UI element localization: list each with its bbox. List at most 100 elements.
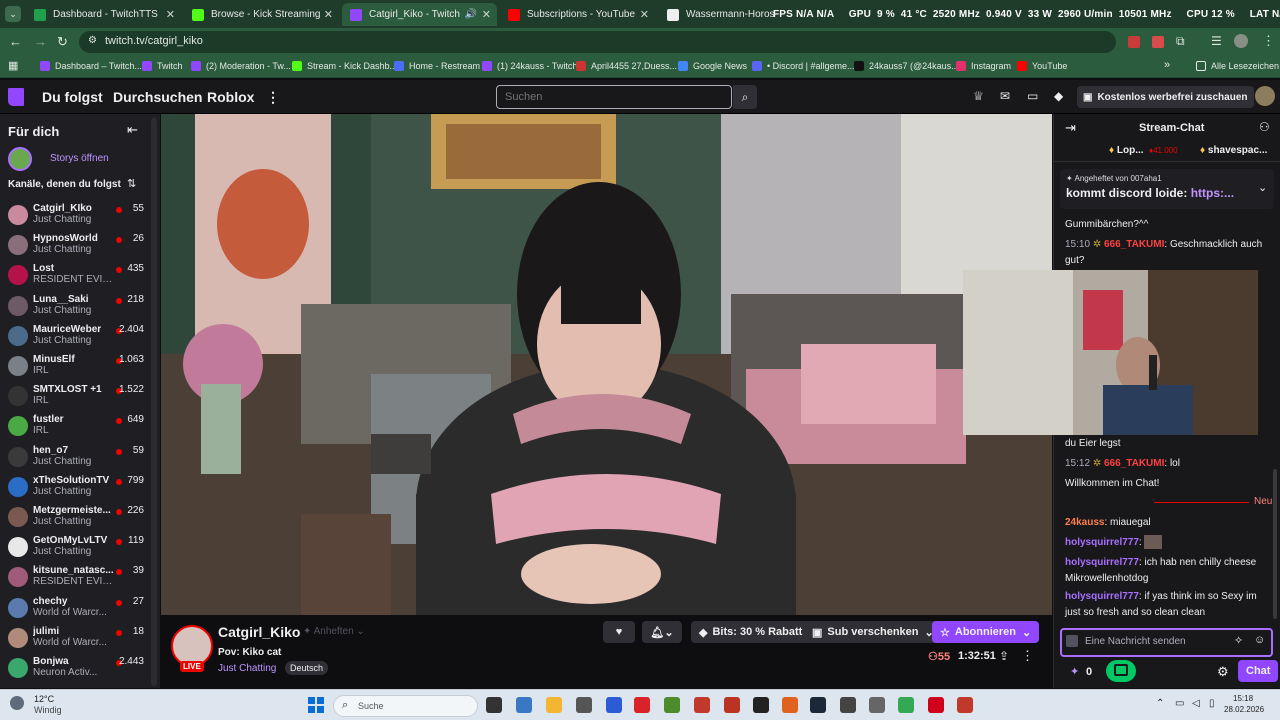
nav-following[interactable]: Du folgst bbox=[42, 89, 103, 105]
points-claim-button[interactable] bbox=[1106, 660, 1136, 682]
collapse-chat-icon[interactable]: ⇥ bbox=[1065, 120, 1076, 136]
speaker-icon[interactable]: 🔊 bbox=[465, 9, 477, 20]
category-link[interactable]: Just Chatting bbox=[218, 663, 276, 674]
followed-channel-item[interactable]: MinusElf IRL 1.063 bbox=[0, 353, 150, 383]
bookmark-item[interactable]: 24kauss7 (@24kaus... bbox=[854, 61, 959, 71]
followed-channel-item[interactable]: GetOnMyLvLTV Just Chatting 119 bbox=[0, 534, 150, 564]
app-icon[interactable] bbox=[664, 697, 680, 713]
followed-channel-item[interactable]: julimi World of Warcr... 18 bbox=[0, 625, 150, 655]
nav-game-roblox[interactable]: Roblox bbox=[207, 89, 254, 105]
mail-icon[interactable]: ✉ bbox=[1000, 89, 1010, 103]
expand-pinned-icon[interactable]: ⌄ bbox=[1258, 181, 1267, 194]
collapse-sidebar-icon[interactable]: ⇤ bbox=[127, 122, 138, 138]
close-icon[interactable]: ✕ bbox=[166, 8, 175, 21]
subscribe-button[interactable]: ☆ Abonnieren ⌄ bbox=[932, 621, 1040, 643]
message-user[interactable]: holysquirrel777 bbox=[1065, 537, 1139, 548]
bookmark-item[interactable]: (1) 24kauss - Twitch bbox=[482, 61, 577, 71]
all-bookmarks[interactable]: Alle Lesezeichen bbox=[1196, 61, 1279, 71]
chat-bubble-icon[interactable]: ▭ bbox=[1027, 89, 1038, 103]
clock-time[interactable]: 15:18 bbox=[1233, 694, 1253, 703]
puzzle-icon[interactable]: ⧉ bbox=[1176, 34, 1185, 49]
followed-channel-item[interactable]: Luna__Saki Just Chatting 218 bbox=[0, 293, 150, 323]
follow-heart-button[interactable]: ♥ bbox=[603, 621, 635, 643]
message-user[interactable]: 24kauss bbox=[1065, 517, 1104, 528]
close-icon[interactable]: ✕ bbox=[324, 8, 333, 21]
bookmark-item[interactable]: (2) Moderation - Tw... bbox=[191, 61, 291, 71]
bits-cheer-icon[interactable]: ✧ bbox=[1234, 634, 1243, 647]
network-icon[interactable]: ▭ bbox=[1175, 698, 1184, 709]
followed-channel-item[interactable]: Catgirl_KIko Just Chatting 55 bbox=[0, 202, 150, 232]
notification-button[interactable]: 🔔︎⌄ bbox=[642, 621, 682, 643]
followed-channel-item[interactable]: MauriceWeber Just Chatting 2.404 bbox=[0, 323, 150, 353]
pinned-message[interactable]: ✦ Angeheftet von 007aha1 kommt discord l… bbox=[1060, 169, 1274, 209]
gift-sub-button[interactable]: ▣ Sub verschenken ⌄ bbox=[804, 621, 942, 643]
twitch-logo-icon[interactable] bbox=[8, 88, 24, 106]
followed-channel-item[interactable]: SMTXLOST +1 IRL 1.522 bbox=[0, 383, 150, 413]
browser-tab[interactable]: Dashboard - TwitchTTS ✕ bbox=[26, 3, 181, 26]
notes-icon[interactable] bbox=[516, 697, 532, 713]
tab-search-button[interactable]: ⌄ bbox=[5, 6, 21, 22]
clock-date[interactable]: 28.02.2026 bbox=[1224, 705, 1264, 714]
opera-gx-icon[interactable] bbox=[634, 697, 650, 713]
chat-users-icon[interactable]: ⚇ bbox=[1259, 120, 1270, 134]
taskbar-search[interactable]: ⌕ Suche bbox=[333, 695, 478, 717]
back-icon[interactable]: ← bbox=[9, 34, 22, 49]
followed-channel-item[interactable]: HypnosWorld Just Chatting 26 bbox=[0, 232, 150, 262]
app-icon[interactable] bbox=[753, 697, 769, 713]
task-view-icon[interactable] bbox=[486, 697, 502, 713]
extension-icon[interactable] bbox=[1128, 36, 1140, 48]
language-tag[interactable]: Deutsch bbox=[285, 661, 329, 675]
more-dots-icon[interactable]: ⋮ bbox=[266, 89, 280, 106]
start-button[interactable] bbox=[308, 697, 324, 713]
search-icon[interactable]: ⌕ bbox=[733, 85, 757, 109]
video-player[interactable] bbox=[161, 114, 1052, 615]
bookmark-item[interactable]: Instagram bbox=[956, 61, 1011, 71]
site-info-icon[interactable]: ⚙ bbox=[88, 35, 97, 46]
bits-button[interactable]: ◆ Bits: 30 % Rabatt bbox=[691, 621, 811, 643]
weather-widget[interactable]: 12°C Windig bbox=[10, 694, 80, 718]
app-icon[interactable] bbox=[840, 697, 856, 713]
bookmark-item[interactable]: Google News bbox=[678, 61, 747, 71]
share-icon[interactable]: ⇪ bbox=[999, 649, 1009, 663]
steam-icon[interactable] bbox=[810, 697, 826, 713]
extension-icon[interactable] bbox=[1152, 36, 1164, 48]
message-user[interactable]: holysquirrel777 bbox=[1065, 591, 1139, 602]
followed-channel-item[interactable]: fustler IRL 649 bbox=[0, 413, 150, 443]
stories-link[interactable]: Storys öffnen bbox=[50, 153, 109, 164]
more-bookmarks-icon[interactable]: » bbox=[1164, 59, 1170, 71]
opera-icon[interactable] bbox=[928, 697, 944, 713]
mouse-app-icon[interactable] bbox=[576, 697, 592, 713]
chat-input[interactable]: Eine Nachricht senden ✧ ☺ bbox=[1060, 628, 1273, 657]
settings-icon[interactable] bbox=[869, 697, 885, 713]
volume-icon[interactable]: ◁ bbox=[1192, 698, 1200, 709]
apps-grid-icon[interactable]: ▦ bbox=[8, 59, 18, 72]
sidebar-scrollbar[interactable] bbox=[151, 118, 157, 686]
followed-channel-item[interactable]: hen_o7 Just Chatting 59 bbox=[0, 444, 150, 474]
leaderboard-entry[interactable]: ♦ Lop... bbox=[1109, 145, 1144, 156]
close-icon[interactable]: ✕ bbox=[640, 8, 649, 21]
menu-dots-icon[interactable]: ⋮ bbox=[1262, 33, 1275, 49]
emoji-icon[interactable]: ☺ bbox=[1254, 634, 1265, 646]
pin-button[interactable]: ✦ Anheften ⌄ bbox=[303, 626, 365, 637]
tab-list-icon[interactable]: ☰ bbox=[1211, 34, 1222, 48]
browser-tab[interactable]: Wassermann-Horoskop: Sonne bbox=[659, 3, 774, 26]
file-explorer-icon[interactable] bbox=[546, 697, 562, 713]
search-input[interactable] bbox=[496, 85, 732, 109]
bookmark-item[interactable]: YouTube bbox=[1017, 61, 1067, 71]
chat-send-button[interactable]: Chat bbox=[1238, 660, 1279, 682]
adfree-button[interactable]: ▣ Kostenlos werbefrei zuschauen bbox=[1077, 86, 1254, 108]
chat-settings-icon[interactable]: ⚙ bbox=[1217, 664, 1229, 680]
followed-channel-item[interactable]: Metzgermeiste... Just Chatting 226 bbox=[0, 504, 150, 534]
emote-picker-icon[interactable] bbox=[1066, 635, 1078, 647]
reload-icon[interactable]: ↻ bbox=[57, 34, 68, 50]
followed-channel-item[interactable]: Bonjwa Neuron Activ... 2.443 bbox=[0, 655, 150, 685]
more-options-icon[interactable]: ⋮ bbox=[1021, 648, 1034, 664]
bookmark-item[interactable]: Stream - Kick Dashb... bbox=[292, 61, 397, 71]
battery-icon[interactable]: ▯ bbox=[1209, 698, 1215, 709]
url-bar[interactable]: ⚙ twitch.tv/catgirl_kiko bbox=[79, 31, 1116, 53]
bookmark-item[interactable]: Home - Restream bbox=[394, 61, 480, 71]
app-icon[interactable] bbox=[957, 697, 973, 713]
channel-name[interactable]: Catgirl_Kiko bbox=[218, 624, 300, 640]
channel-points-icon[interactable]: ✦ bbox=[1070, 665, 1079, 678]
message-user[interactable]: holysquirrel777 bbox=[1065, 557, 1139, 568]
